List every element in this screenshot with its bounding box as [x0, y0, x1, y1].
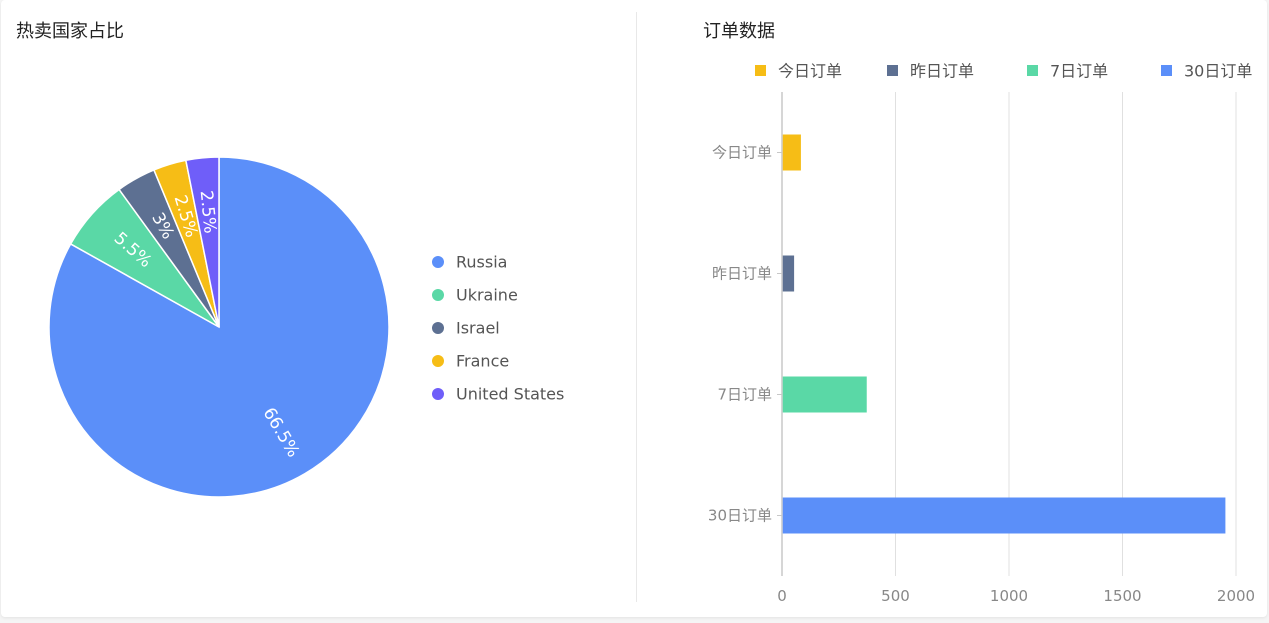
legend-marker-icon	[1161, 65, 1172, 76]
pie-chart: 66.5%5.5%3%2.5%2.5%RussiaUkraineIsraelFr…	[48, 156, 564, 498]
pie-legend-label: France	[456, 352, 509, 371]
x-tick-label: 0	[777, 587, 787, 605]
legend-marker-icon	[432, 256, 444, 268]
bar-legend-label: 30日订单	[1184, 62, 1252, 81]
bar-chart: 今日订单 昨日订单 7日订单 30日订单0 500 1000 1500 2000今日订单昨日订…	[708, 62, 1255, 606]
y-tick-label: 7日订单	[717, 386, 772, 404]
pie-legend-label: Ukraine	[456, 286, 518, 305]
pie-legend-label: Russia	[456, 253, 507, 272]
pie-legend-item-ukraine[interactable]: Ukraine	[432, 286, 518, 305]
y-tick-label: 30日订单	[708, 507, 772, 525]
bar-legend-item-3[interactable]: 30日订单	[1161, 62, 1252, 81]
bar-legend-item-2[interactable]: 7日订单	[1027, 62, 1108, 81]
bar-legend-label: 昨日订单	[910, 62, 974, 81]
pie-legend-item-france[interactable]: France	[432, 352, 509, 371]
pie-legend-label: United States	[456, 385, 564, 404]
legend-marker-icon	[755, 65, 766, 76]
legend-marker-icon	[432, 322, 444, 334]
bar-legend-item-0[interactable]: 今日订单	[755, 62, 842, 81]
x-tick-label: 2000	[1217, 587, 1255, 605]
pie-legend-item-russia[interactable]: Russia	[432, 253, 507, 272]
pie-legend-label: Israel	[456, 319, 500, 338]
legend-marker-icon	[432, 289, 444, 301]
x-tick-label: 1500	[1103, 587, 1141, 605]
bar-1[interactable]	[782, 255, 795, 292]
x-tick-label: 1000	[990, 587, 1028, 605]
bar-0[interactable]	[782, 134, 801, 171]
pie-legend-item-israel[interactable]: Israel	[432, 319, 500, 338]
bar-legend-label: 今日订单	[778, 62, 842, 81]
legend-marker-icon	[432, 388, 444, 400]
bar-legend-item-1[interactable]: 昨日订单	[887, 62, 974, 81]
bar-3[interactable]	[782, 497, 1226, 534]
legend-marker-icon	[432, 355, 444, 367]
x-tick-label: 500	[881, 587, 910, 605]
pie-label-united-states: 2.5%	[196, 189, 220, 234]
pie-legend-item-united-states[interactable]: United States	[432, 385, 564, 404]
y-tick-label: 昨日订单	[712, 265, 772, 283]
bar-2[interactable]	[782, 376, 867, 413]
bar-legend-label: 7日订单	[1050, 62, 1108, 81]
y-tick-label: 今日订单	[712, 144, 772, 162]
dashboard-card: 热卖国家占比 订单数据 66.5% 5.5% 3% 2.5% 2.5% Russia Ukr…	[1, 0, 1267, 617]
legend-marker-icon	[887, 65, 898, 76]
legend-marker-icon	[1027, 65, 1038, 76]
